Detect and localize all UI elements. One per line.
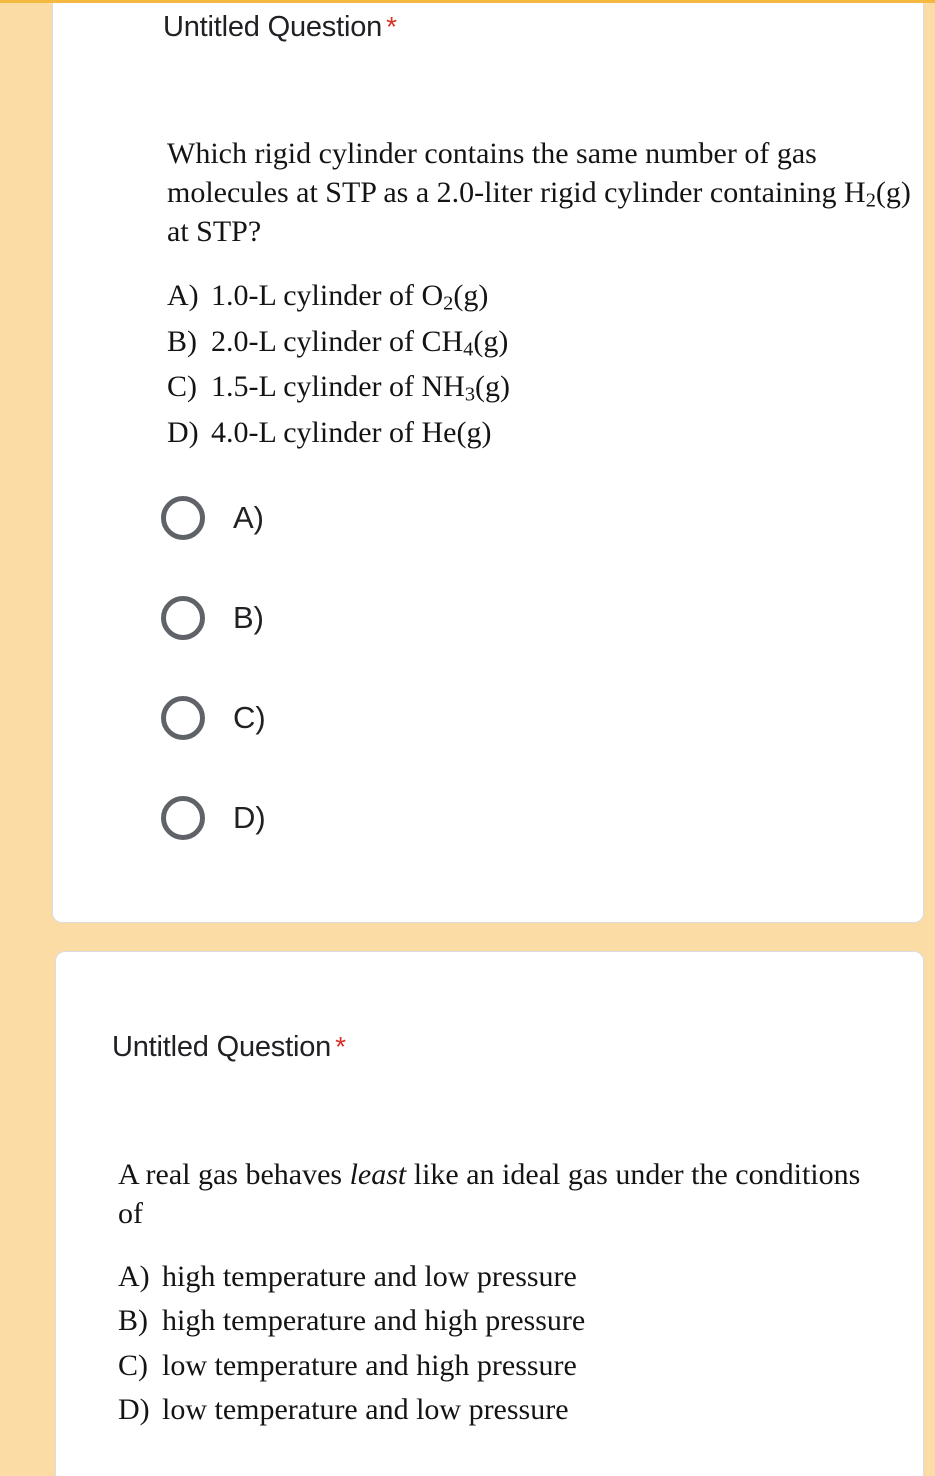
radio-option-d[interactable]: D) bbox=[161, 790, 266, 845]
image-option-text: 1.5-L cylinder of NH3(g) bbox=[211, 370, 511, 406]
question-image-options-1: A) 1.0-L cylinder of O2(g) B) 2.0-L cylind… bbox=[167, 274, 927, 455]
image-option-label: D) bbox=[167, 415, 199, 449]
image-option-label: A) bbox=[118, 1260, 150, 1294]
image-option-text: high temperature and low pressure bbox=[162, 1260, 577, 1294]
question-title-2: Untitled Question * bbox=[112, 1031, 346, 1064]
image-option-row: A) high temperature and low pressure bbox=[118, 1255, 878, 1299]
question-stem-2: A real gas behaves least like an ideal g… bbox=[118, 1158, 861, 1230]
radio-option-c[interactable]: C) bbox=[161, 690, 266, 745]
image-option-label: D) bbox=[118, 1392, 150, 1426]
radio-circle-icon[interactable] bbox=[161, 595, 205, 640]
image-option-label: B) bbox=[167, 324, 197, 358]
radio-circle-icon[interactable] bbox=[161, 695, 205, 740]
radio-option-label: C) bbox=[233, 699, 266, 735]
question-image-2: A real gas behaves least like an ideal g… bbox=[118, 1156, 878, 1432]
question-image-options-2: A) high temperature and low pressure B) hi… bbox=[118, 1255, 878, 1431]
required-asterisk-1: * bbox=[386, 11, 397, 42]
image-option-row: C) low temperature and high pressure bbox=[118, 1344, 878, 1388]
required-asterisk-2: * bbox=[335, 1031, 346, 1062]
question-title-1: Untitled Question * bbox=[163, 11, 397, 44]
radio-circle-icon[interactable] bbox=[161, 795, 205, 840]
question-image-1: Which rigid cylinder contains the same n… bbox=[167, 135, 927, 455]
image-option-row: B) high temperature and high pressure bbox=[118, 1299, 878, 1343]
question-stem-1: Which rigid cylinder contains the same n… bbox=[167, 137, 911, 249]
image-option-text: 2.0-L cylinder of CH4(g) bbox=[211, 324, 509, 361]
radio-option-a[interactable]: A) bbox=[161, 490, 266, 545]
image-option-text: 1.0-L cylinder of O2(g) bbox=[211, 279, 489, 315]
image-option-label: C) bbox=[167, 370, 197, 404]
question-title-2-text: Untitled Question bbox=[112, 1031, 332, 1063]
radio-option-b[interactable]: B) bbox=[161, 590, 266, 645]
question-card-2[interactable]: Untitled Question * A real gas behaves le… bbox=[55, 951, 924, 1476]
image-option-row: A) 1.0-L cylinder of O2(g) bbox=[167, 274, 927, 319]
image-option-label: B) bbox=[118, 1304, 148, 1338]
radio-circle-icon[interactable] bbox=[161, 495, 205, 540]
image-option-row: C) 1.5-L cylinder of NH3(g) bbox=[167, 365, 927, 410]
image-option-label: A) bbox=[167, 279, 199, 313]
radio-option-label: B) bbox=[233, 599, 264, 635]
image-option-text: high temperature and high pressure bbox=[162, 1304, 586, 1338]
radio-group-1[interactable]: A) B) C) D) bbox=[161, 490, 266, 890]
image-option-row: D) low temperature and low pressure bbox=[118, 1388, 878, 1432]
image-option-text: low temperature and low pressure bbox=[162, 1392, 569, 1426]
radio-option-label: D) bbox=[233, 799, 266, 835]
radio-option-label: A) bbox=[233, 499, 264, 535]
image-option-row: D) 4.0-L cylinder of He(g) bbox=[167, 411, 927, 455]
form-page: Untitled Question * Which rigid cylinder … bbox=[0, 0, 935, 1476]
question-title-1-text: Untitled Question bbox=[163, 11, 383, 43]
image-option-label: C) bbox=[118, 1348, 148, 1382]
image-option-row: B) 2.0-L cylinder of CH4(g) bbox=[167, 320, 927, 365]
image-option-text: low temperature and high pressure bbox=[162, 1348, 577, 1382]
question-card-1[interactable]: Untitled Question * Which rigid cylinder … bbox=[52, 3, 924, 923]
image-option-text: 4.0-L cylinder of He(g) bbox=[211, 415, 492, 449]
